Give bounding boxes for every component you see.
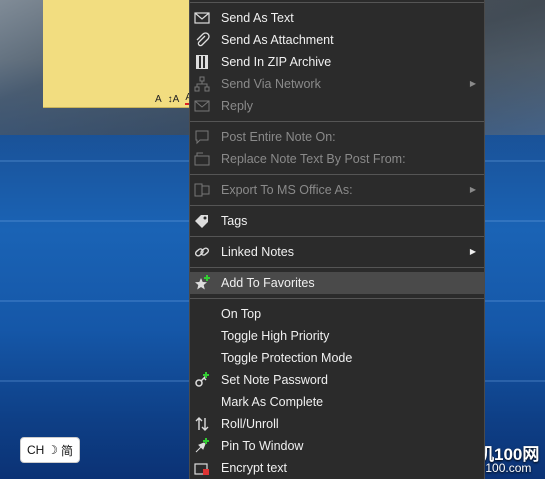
menu-item-export-ms-office: Export To MS Office As: ▶	[190, 179, 484, 201]
menu-item-label: Pin To Window	[221, 439, 304, 453]
menu-item-send-in-zip[interactable]: Send In ZIP Archive	[190, 51, 484, 73]
menu-item-label: Post Entire Note On:	[221, 130, 336, 144]
menu-item-set-note-password[interactable]: Set Note Password	[190, 369, 484, 391]
menu-item-label: Send As Text	[221, 11, 294, 25]
menu-item-label: Encrypt text	[221, 461, 287, 475]
menu-item-pin-to-window[interactable]: Pin To Window	[190, 435, 484, 457]
menu-item-label: On Top	[221, 307, 262, 321]
menu-separator	[190, 298, 484, 299]
menu-item-roll-unroll[interactable]: Roll/Unroll	[190, 413, 484, 435]
replace-icon	[194, 152, 210, 166]
ime-variant: 简	[61, 443, 74, 458]
menu-item-label: Set Note Password	[221, 373, 328, 387]
menu-item-tags[interactable]: Tags	[190, 210, 484, 232]
submenu-arrow-icon: ▶	[469, 79, 476, 88]
context-menu: Send As Text Send As Attachment Send In …	[189, 0, 485, 479]
menu-separator	[190, 205, 484, 206]
menu-item-send-as-text[interactable]: Send As Text	[190, 7, 484, 29]
zip-archive-icon	[196, 55, 208, 69]
submenu-arrow-icon: ▶	[469, 185, 476, 194]
menu-item-label: Toggle High Priority	[221, 329, 330, 343]
menu-item-on-top[interactable]: On Top	[190, 303, 484, 325]
menu-separator	[190, 236, 484, 237]
menu-item-add-to-favorites[interactable]: Add To Favorites	[190, 272, 484, 294]
menu-item-send-via-network: Send Via Network ▶	[190, 73, 484, 95]
key-plus-icon	[195, 372, 209, 387]
menu-item-encrypt-text[interactable]: Encrypt text	[190, 457, 484, 479]
encrypt-icon	[194, 463, 209, 475]
menu-item-post-entire-note: Post Entire Note On:	[190, 126, 484, 148]
link-icon	[194, 247, 210, 257]
menu-item-label: Linked Notes	[221, 245, 294, 259]
menu-item-label: Reply	[221, 99, 253, 113]
menu-item-label: Send In ZIP Archive	[221, 55, 332, 69]
menu-item-label: Send Via Network	[221, 77, 321, 91]
menu-separator	[190, 267, 484, 268]
menu-separator	[190, 2, 484, 3]
menu-item-mark-as-complete[interactable]: Mark As Complete	[190, 391, 484, 413]
menu-item-label: Send As Attachment	[221, 33, 334, 47]
ime-mode: CH	[26, 443, 45, 457]
paperclip-icon	[196, 32, 210, 47]
pin-plus-icon	[195, 438, 209, 453]
menu-item-label: Export To MS Office As:	[221, 183, 353, 197]
menu-separator	[190, 174, 484, 175]
menu-item-label: Mark As Complete	[221, 395, 324, 409]
ime-indicator[interactable]: CH ☽ 简	[20, 437, 80, 463]
menu-item-toggle-protection[interactable]: Toggle Protection Mode	[190, 347, 484, 369]
menu-separator	[190, 121, 484, 122]
menu-item-label: Add To Favorites	[221, 276, 315, 290]
sticky-note[interactable]: A ↕A A B / U	[43, 0, 227, 108]
font-icon[interactable]: A	[155, 94, 162, 105]
star-plus-icon	[195, 275, 210, 290]
network-icon	[194, 76, 210, 92]
reply-icon	[194, 100, 210, 112]
moon-icon: ☽	[47, 443, 59, 457]
menu-item-toggle-high-priority[interactable]: Toggle High Priority	[190, 325, 484, 347]
menu-item-send-as-attachment[interactable]: Send As Attachment	[190, 29, 484, 51]
menu-item-label: Roll/Unroll	[221, 417, 279, 431]
menu-item-label: Toggle Protection Mode	[221, 351, 353, 365]
office-icon	[194, 183, 210, 197]
envelope-icon	[194, 12, 210, 24]
menu-item-replace-note-text: Replace Note Text By Post From:	[190, 148, 484, 170]
font-size-icon[interactable]: ↕A	[168, 94, 180, 105]
menu-item-label: Tags	[221, 214, 248, 228]
submenu-arrow-icon: ▶	[469, 247, 476, 256]
menu-item-label: Replace Note Text By Post From:	[221, 152, 406, 166]
roll-arrows-icon	[195, 417, 209, 431]
tag-icon	[195, 215, 208, 228]
menu-item-reply: Reply	[190, 95, 484, 117]
post-icon	[195, 130, 209, 145]
menu-item-linked-notes[interactable]: Linked Notes ▶	[190, 241, 484, 263]
